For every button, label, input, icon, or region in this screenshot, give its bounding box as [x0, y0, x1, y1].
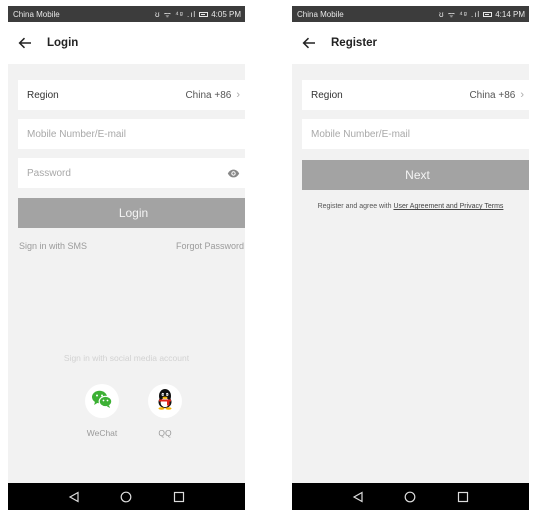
page-title: Login: [47, 37, 79, 49]
wechat-label: WeChat: [86, 428, 118, 438]
nav-back-icon[interactable]: [348, 487, 368, 507]
battery-icon: [483, 11, 493, 17]
register-screen: China Mobile ʊ ᯤ ⁴ᵍ .ıl 4:14 PM Register…: [292, 6, 529, 510]
status-time: 4:14 PM: [495, 9, 525, 19]
password-input[interactable]: [27, 167, 198, 179]
nav-back-icon[interactable]: [64, 487, 84, 507]
status-bar: China Mobile ʊ ᯤ ⁴ᵍ .ıl 4:14 PM: [292, 6, 529, 22]
android-nav-bar: [8, 483, 245, 510]
android-nav-bar: [292, 483, 529, 510]
login-screen: China Mobile ʊ ᯤ ⁴ᵍ .ıl 4:05 PM Login Re…: [8, 6, 245, 510]
chevron-right-icon: ›: [236, 89, 240, 101]
password-field-container: [18, 158, 245, 188]
app-bar: Login: [8, 22, 245, 64]
nav-home-icon[interactable]: [116, 487, 136, 507]
account-input[interactable]: [27, 128, 240, 140]
terms-notice: Register and agree with User Agreement a…: [292, 203, 529, 210]
page-title: Register: [331, 37, 378, 49]
status-time: 4:05 PM: [211, 9, 241, 19]
arrow-left-icon[interactable]: [295, 22, 323, 64]
arrow-left-icon[interactable]: [11, 22, 39, 64]
qq-label: QQ: [158, 428, 172, 438]
status-icons: ʊ ᯤ ⁴ᵍ .ıl: [439, 9, 481, 19]
app-bar: Register: [292, 22, 529, 64]
forgot-password-link[interactable]: Forgot Password: [176, 241, 244, 251]
nav-home-icon[interactable]: [400, 487, 420, 507]
carrier-name: China Mobile: [13, 9, 60, 19]
qq-penguin-icon: [156, 388, 174, 415]
account-input[interactable]: [311, 128, 524, 140]
eye-icon[interactable]: [227, 169, 240, 178]
sms-signin-link[interactable]: Sign in with SMS: [19, 241, 87, 251]
social-signin-title: Sign in with social media account: [63, 353, 190, 363]
terms-prefix: Register and agree with: [317, 203, 394, 210]
battery-icon: [199, 11, 209, 17]
wechat-icon: [91, 389, 113, 414]
terms-link[interactable]: User Agreement and Privacy Terms: [393, 203, 503, 210]
region-value: China +86: [185, 89, 232, 101]
carrier-name: China Mobile: [297, 9, 344, 19]
account-field-container: [302, 119, 529, 149]
next-button[interactable]: Next: [302, 160, 529, 190]
region-selector[interactable]: Region China +86 ›: [18, 80, 245, 110]
login-button[interactable]: Login: [18, 198, 245, 228]
status-bar: China Mobile ʊ ᯤ ⁴ᵍ .ıl 4:05 PM: [8, 6, 245, 22]
qq-button[interactable]: [148, 384, 182, 418]
region-label: Region: [27, 89, 59, 101]
region-label: Region: [311, 89, 343, 101]
region-selector[interactable]: Region China +86 ›: [302, 80, 529, 110]
region-value: China +86: [469, 89, 516, 101]
account-field-container: [18, 119, 245, 149]
wechat-button[interactable]: [85, 384, 119, 418]
chevron-right-icon: ›: [520, 89, 524, 101]
status-icons: ʊ ᯤ ⁴ᵍ .ıl: [155, 9, 197, 19]
nav-recents-icon[interactable]: [453, 487, 473, 507]
nav-recents-icon[interactable]: [169, 487, 189, 507]
